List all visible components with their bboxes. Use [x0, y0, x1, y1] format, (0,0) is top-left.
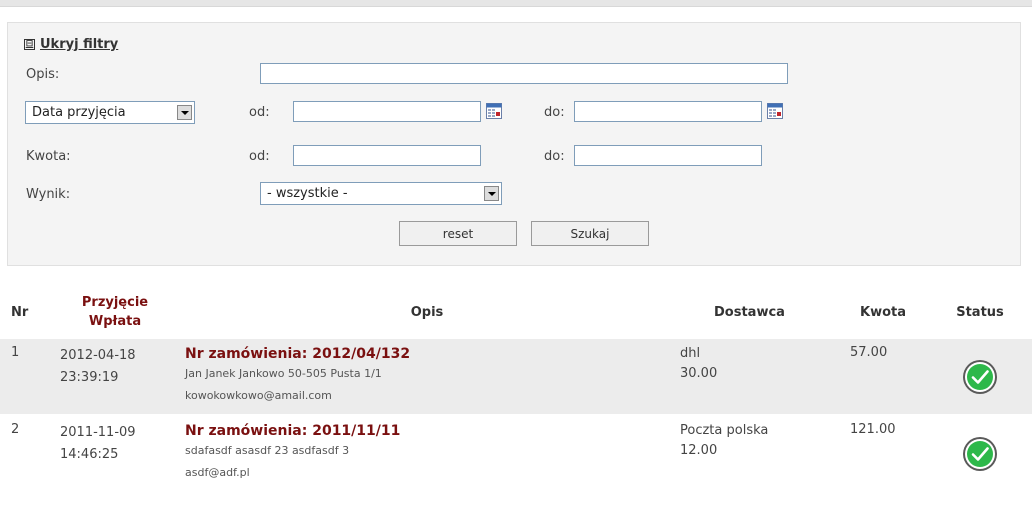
row-dostawca-cell: Poczta polska 12.00	[676, 415, 848, 491]
results-table: Nr Przyjęcie Wpłata Opis Dostawca Kwota …	[0, 285, 1032, 491]
row-time: 23:39:19	[60, 370, 119, 385]
row-address: Jan Janek Jankowo 50-505 Pusta 1/1	[185, 367, 382, 380]
row-nr: 2	[11, 422, 20, 437]
check-circle-icon	[963, 360, 997, 394]
date-from-input[interactable]	[293, 101, 481, 122]
row-time: 14:46:25	[60, 447, 119, 462]
result-select-value: - wszystkie -	[267, 186, 348, 201]
opis-input[interactable]	[260, 63, 788, 84]
row-date-cell: 2012-04-18 23:39:19	[52, 339, 178, 416]
row-dostawca-cost: 12.00	[680, 443, 718, 458]
result-select[interactable]: - wszystkie -	[260, 182, 502, 205]
header-kwota[interactable]: Kwota	[848, 285, 928, 339]
table-row[interactable]: 1 2012-04-18 23:39:19 Nr zamówienia: 201…	[0, 339, 1032, 416]
amount-to-input[interactable]	[574, 145, 762, 166]
chevron-down-icon	[177, 105, 192, 120]
check-circle-icon	[963, 437, 997, 471]
row-dostawca-cost: 30.00	[680, 366, 718, 381]
row-kwota: 121.00	[850, 422, 896, 437]
top-separator	[0, 0, 1032, 7]
row-dostawca: dhl	[680, 346, 701, 361]
wynik-label: Wynik:	[26, 187, 71, 202]
row-address: sdafasdf asasdf 23 asdfasdf 3	[185, 444, 350, 457]
chevron-down-icon	[484, 186, 499, 201]
header-nr[interactable]: Nr	[0, 285, 52, 339]
row-status-cell	[928, 339, 1032, 416]
date-type-select-value: Data przyjęcia	[32, 105, 126, 120]
amount-from-input[interactable]	[293, 145, 481, 166]
date-to-label: do:	[544, 105, 565, 120]
row-status-cell	[928, 415, 1032, 491]
row-opis-cell: Nr zamówienia: 2011/11/11 sdafasdf asasd…	[178, 415, 676, 491]
header-przyjecie-wplata[interactable]: Przyjęcie Wpłata	[52, 285, 178, 339]
amount-to-label: do:	[544, 149, 565, 164]
table-header-row: Nr Przyjęcie Wpłata Opis Dostawca Kwota …	[0, 285, 1032, 339]
filter-panel: ⊟ Ukryj filtry Opis: Data przyjęcia od: …	[7, 22, 1021, 266]
amount-from-label: od:	[249, 149, 270, 164]
date-to-input[interactable]	[574, 101, 762, 122]
row-opis-cell: Nr zamówienia: 2012/04/132 Jan Janek Jan…	[178, 339, 676, 416]
header-wplata: Wpłata	[88, 314, 142, 329]
calendar-icon[interactable]	[486, 103, 502, 119]
table-row[interactable]: 2 2011-11-09 14:46:25 Nr zamówienia: 201…	[0, 415, 1032, 491]
row-email: asdf@adf.pl	[185, 466, 250, 479]
header-dostawca[interactable]: Dostawca	[676, 285, 848, 339]
order-number-link[interactable]: Nr zamówienia: 2011/11/11	[185, 422, 676, 440]
date-type-select[interactable]: Data przyjęcia	[25, 101, 195, 124]
hide-filters-label: Ukryj filtry	[40, 37, 119, 52]
row-dostawca-cell: dhl 30.00	[676, 339, 848, 416]
order-number-link[interactable]: Nr zamówienia: 2012/04/132	[185, 345, 676, 363]
header-status[interactable]: Status	[928, 285, 1032, 339]
row-email: kowokowkowo@amail.com	[185, 389, 332, 402]
header-przyjecie: Przyjęcie	[81, 295, 149, 310]
header-opis[interactable]: Opis	[178, 285, 676, 339]
row-nr: 1	[0, 339, 52, 416]
opis-label: Opis:	[26, 67, 60, 82]
row-date-cell: 2011-11-09 14:46:25	[52, 415, 178, 491]
row-dostawca: Poczta polska	[680, 423, 769, 438]
row-date: 2012-04-18	[60, 348, 136, 363]
collapse-icon: ⊟	[24, 39, 35, 50]
row-date: 2011-11-09	[60, 425, 136, 440]
date-from-label: od:	[249, 105, 270, 120]
calendar-icon[interactable]	[767, 103, 783, 119]
reset-button[interactable]: reset	[399, 221, 517, 246]
search-button[interactable]: Szukaj	[531, 221, 649, 246]
hide-filters-link[interactable]: ⊟ Ukryj filtry	[24, 37, 118, 52]
kwota-label: Kwota:	[26, 149, 71, 164]
row-kwota: 57.00	[848, 339, 928, 416]
